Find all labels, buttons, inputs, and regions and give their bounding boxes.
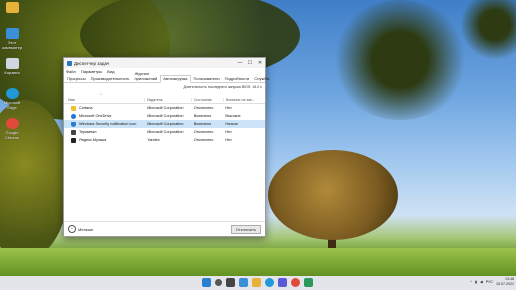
row-impact: Высокое [225,114,241,118]
terminal-icon [71,129,76,135]
title-bar[interactable]: Диспетчер задач — ☐ ✕ [64,58,265,68]
clock-date: 15.07.2021 [496,281,514,286]
row-status: Отключено [193,106,214,110]
file-explorer-icon[interactable] [252,278,261,287]
row-status: Отключено [193,138,214,142]
row-publisher: Yandex [147,138,160,142]
row-publisher: Microsoft Corporation [147,114,184,118]
column-header-impact[interactable]: Влияние на зап... [223,98,265,102]
row-name: Microsoft OneDrive [79,114,112,118]
desktop-icon-this-pc[interactable]: Этот компьютер [2,28,22,50]
row-publisher: Microsoft Corporation [147,130,184,134]
computer-icon [5,28,19,39]
language-indicator[interactable]: РУС [486,280,493,284]
row-name: Яндекс.Музыка [79,138,107,142]
task-manager-window[interactable]: Диспетчер задач — ☐ ✕ Файл Параметры Вид… [63,57,269,237]
edge-icon[interactable] [265,278,274,287]
table-row-selected[interactable]: Windows Security notification icon Micro… [64,120,265,128]
network-icon[interactable]: ▮ [475,280,477,284]
recycle-bin-icon [5,58,19,69]
tab-users[interactable]: Пользователи [192,76,222,82]
row-status: Отключено [193,130,214,134]
chevron-up-icon[interactable]: ^ [470,280,472,284]
taskbar: ^ ▮ ◀ РУС 13:48 15.07.2021 [0,276,516,290]
task-view-icon[interactable] [226,278,235,287]
row-status: Включено [193,122,212,126]
store-icon[interactable] [278,278,287,287]
column-header-status[interactable]: Состояние [190,98,223,102]
desktop-icon-chrome[interactable]: Google Chrome [2,118,22,140]
desktop-icon-folder[interactable] [2,2,22,14]
maximize-button[interactable]: ☐ [245,60,255,66]
tab-processes[interactable]: Процессы [65,76,88,82]
table-row[interactable]: Терминал Microsoft Corporation Отключено… [64,128,265,136]
column-header-row: ^ Имя Издатель Состояние Влияние на зап.… [64,92,265,104]
menu-bar: Файл Параметры Вид [64,68,265,75]
row-status: Включено [193,114,212,118]
fewer-details-button[interactable]: ^ Меньше [64,225,93,233]
row-publisher: Microsoft Corporation [147,122,184,126]
desktop-icon-label: Google Chrome [4,130,20,140]
desktop-icon-label: Корзина [4,70,20,75]
row-name: Cortana [79,106,93,110]
shield-icon [71,121,76,127]
tab-services[interactable]: Службы [252,76,271,82]
menu-options[interactable]: Параметры [81,69,102,74]
row-impact: Нет [225,106,232,110]
close-button[interactable]: ✕ [255,60,265,66]
row-impact: Нет [225,138,232,142]
row-name: Терминал [79,130,97,134]
search-icon[interactable] [215,279,222,286]
tree-crown [268,150,398,240]
foliage [330,0,470,120]
table-row[interactable]: Яндекс.Музыка Yandex Отключено Нет [64,136,265,144]
chrome-icon [5,118,19,129]
meadow [0,248,516,276]
yandex-music-icon [71,137,76,143]
row-publisher: Microsoft Corporation [147,106,184,110]
fewer-details-label: Меньше [78,226,94,232]
row-impact: Низкое [225,122,238,126]
edge-icon [5,88,19,99]
onedrive-icon [71,113,76,119]
tab-performance[interactable]: Производительность [89,76,132,82]
menu-file[interactable]: Файл [66,69,76,74]
task-manager-icon[interactable] [304,278,313,287]
table-row[interactable]: Microsoft OneDrive Microsoft Corporation… [64,112,265,120]
cortana-icon [71,105,76,111]
column-header-name[interactable]: Имя [64,98,144,102]
folder-icon [5,2,19,13]
volume-icon[interactable]: ◀ [480,280,483,284]
minimize-button[interactable]: — [235,60,245,66]
desktop-icon-label: Microsoft Edge [3,100,21,110]
bios-time-label: Длительность последнего запуска BIOS: 16… [183,85,262,89]
menu-view[interactable]: Вид [107,69,114,74]
sort-chevron-icon: ^ [100,92,102,97]
window-footer: ^ Меньше Отключить [64,221,265,236]
tab-app-history[interactable]: Журнал приложений [133,71,160,82]
task-manager-icon [67,60,72,66]
table-row[interactable]: Cortana Microsoft Corporation Отключено … [64,104,265,112]
desktop-icon-recycle-bin[interactable]: Корзина [2,58,22,75]
desktop-icon-label: Этот компьютер [2,40,23,50]
window-title: Диспетчер задач [74,60,110,66]
tab-strip: Процессы Производительность Журнал прило… [64,71,269,83]
tab-startup[interactable]: Автозагрузка [160,75,191,83]
clock[interactable]: 13:48 15.07.2021 [496,277,514,286]
tab-details[interactable]: Подробности [223,76,252,82]
start-icon[interactable] [202,278,211,287]
column-header-publisher[interactable]: Издатель [143,98,191,102]
taskbar-apps [200,278,315,287]
chrome-icon[interactable] [291,278,300,287]
system-tray: ^ ▮ ◀ РУС 13:48 15.07.2021 [467,277,514,286]
disable-button[interactable]: Отключить [230,224,261,234]
widgets-icon[interactable] [239,278,248,287]
desktop-icon-edge[interactable]: Microsoft Edge [2,88,22,110]
row-name: Windows Security notification icon [79,122,137,126]
row-impact: Нет [225,130,232,134]
chevron-up-icon: ^ [68,225,76,233]
